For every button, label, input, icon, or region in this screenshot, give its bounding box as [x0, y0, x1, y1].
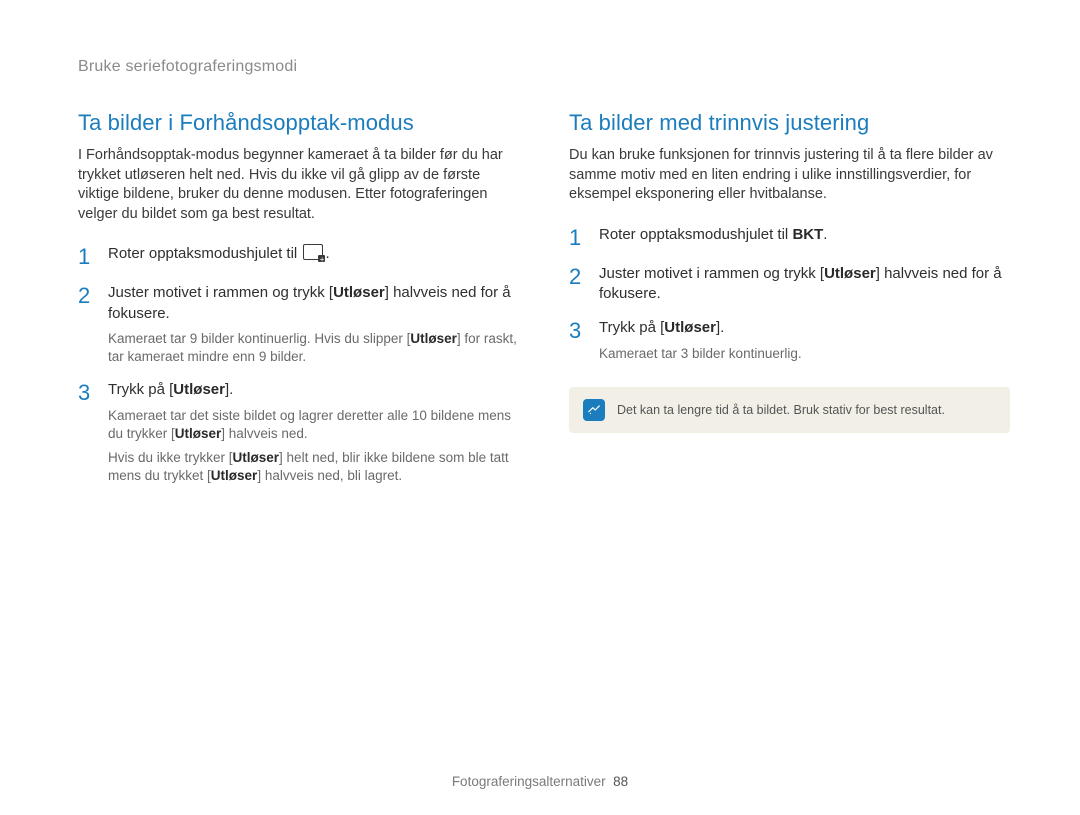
text: Hvis du ikke trykker [: [108, 450, 233, 465]
text: .: [823, 226, 827, 243]
two-column-layout: Ta bilder i Forhåndsopptak-modus I Forhå…: [78, 110, 1010, 492]
right-step-1-instruction: Roter opptaksmodushjulet til BKT.: [599, 225, 1010, 245]
shutter-label: Utløser: [175, 426, 222, 441]
document-page: Bruke seriefotograferingsmodi Ta bilder …: [0, 0, 1080, 815]
step-number: 1: [78, 244, 108, 269]
right-step-2: 2 Juster motivet i rammen og trykk [Utlø…: [569, 264, 1010, 305]
text: ].: [716, 319, 724, 336]
step-number: 3: [78, 380, 108, 405]
bkt-label: BKT: [792, 226, 823, 243]
right-column: Ta bilder med trinnvis justering Du kan …: [569, 110, 1010, 492]
footer-section-label: Fotograferingsalternativer: [452, 774, 606, 789]
left-step-2-subtext: Kameraet tar 9 bilder kontinuerlig. Hvis…: [108, 330, 519, 366]
step-number: 2: [78, 283, 108, 308]
shutter-label: Utløser: [664, 319, 716, 336]
step-number: 3: [569, 318, 599, 343]
step-number: 1: [569, 225, 599, 250]
text: Kameraet tar 9 bilder kontinuerlig. Hvis…: [108, 331, 410, 346]
precapture-mode-icon: [303, 244, 323, 260]
text: Trykk på [: [108, 381, 173, 398]
shutter-label: Utløser: [333, 284, 385, 301]
breadcrumb: Bruke seriefotograferingsmodi: [78, 58, 1010, 76]
left-step-2: 2 Juster motivet i rammen og trykk [Utlø…: [78, 283, 519, 366]
left-intro-paragraph: I Forhåndsopptak-modus begynner kameraet…: [78, 146, 519, 224]
left-step-1: 1 Roter opptaksmodushjulet til .: [78, 244, 519, 269]
right-section-title: Ta bilder med trinnvis justering: [569, 110, 1010, 136]
text: .: [325, 245, 329, 262]
left-step-2-instruction: Juster motivet i rammen og trykk [Utløse…: [108, 283, 519, 324]
text: Roter opptaksmodushjulet til: [108, 245, 301, 262]
page-footer: Fotograferingsalternativer 88: [0, 774, 1080, 789]
text: ].: [225, 381, 233, 398]
shutter-label: Utløser: [410, 331, 457, 346]
shutter-label: Utløser: [233, 450, 280, 465]
right-step-3-subtext: Kameraet tar 3 bilder kontinuerlig.: [599, 345, 1010, 363]
left-step-1-instruction: Roter opptaksmodushjulet til .: [108, 244, 519, 264]
note-icon: [583, 399, 605, 421]
left-step-3-subtext-2: Hvis du ikke trykker [Utløser] helt ned,…: [108, 449, 519, 485]
left-column: Ta bilder i Forhåndsopptak-modus I Forhå…: [78, 110, 519, 492]
left-step-3-subtext-1: Kameraet tar det siste bildet og lagrer …: [108, 407, 519, 443]
text: Roter opptaksmodushjulet til: [599, 226, 792, 243]
right-step-3-instruction: Trykk på [Utløser].: [599, 318, 1010, 338]
note-text: Det kan ta lengre tid å ta bildet. Bruk …: [617, 402, 945, 418]
text: Kameraet tar det siste bildet og lagrer …: [108, 408, 511, 441]
left-step-3: 3 Trykk på [Utløser]. Kameraet tar det s…: [78, 380, 519, 485]
right-step-2-instruction: Juster motivet i rammen og trykk [Utløse…: [599, 264, 1010, 305]
right-step-1: 1 Roter opptaksmodushjulet til BKT.: [569, 225, 1010, 250]
shutter-label: Utløser: [824, 265, 876, 282]
left-step-3-instruction: Trykk på [Utløser].: [108, 380, 519, 400]
right-intro-paragraph: Du kan bruke funksjonen for trinnvis jus…: [569, 146, 1010, 205]
text: Trykk på [: [599, 319, 664, 336]
left-steps: 1 Roter opptaksmodushjulet til . 2 Juste…: [78, 244, 519, 485]
right-steps: 1 Roter opptaksmodushjulet til BKT. 2 Ju…: [569, 225, 1010, 363]
page-number: 88: [613, 774, 628, 789]
shutter-label: Utløser: [211, 468, 258, 483]
text: Juster motivet i rammen og trykk [: [599, 265, 824, 282]
step-number: 2: [569, 264, 599, 289]
left-section-title: Ta bilder i Forhåndsopptak-modus: [78, 110, 519, 136]
right-step-3: 3 Trykk på [Utløser]. Kameraet tar 3 bil…: [569, 318, 1010, 362]
text: ] halvveis ned, bli lagret.: [257, 468, 402, 483]
text: Juster motivet i rammen og trykk [: [108, 284, 333, 301]
shutter-label: Utløser: [173, 381, 225, 398]
text: ] halvveis ned.: [221, 426, 307, 441]
note-callout: Det kan ta lengre tid å ta bildet. Bruk …: [569, 387, 1010, 433]
